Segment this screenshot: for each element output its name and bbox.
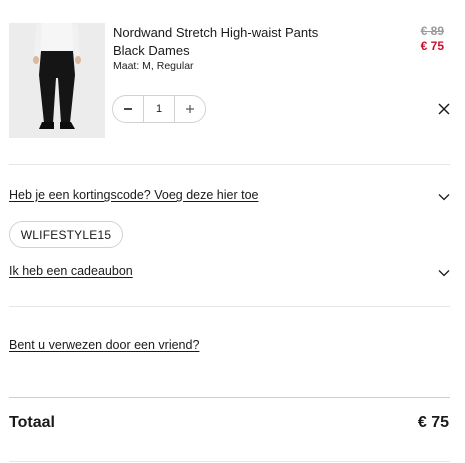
pants-model-illustration [9,23,105,138]
minus-icon [124,108,132,110]
quantity-stepper: 1 [112,95,206,123]
quantity-value[interactable]: 1 [143,96,175,122]
product-image[interactable] [9,23,105,138]
remove-item-button[interactable] [437,102,451,116]
discount-code-link[interactable]: Heb je een kortingscode? Voeg deze hier … [9,188,258,202]
total-value: € 75 [417,414,449,431]
discount-expand-toggle[interactable] [438,188,450,201]
referral-link[interactable]: Bent u verwezen door een vriend? [9,338,199,352]
original-price: € 89 [420,24,444,38]
close-icon [438,103,450,115]
divider [9,306,450,307]
increase-quantity-button[interactable] [175,96,205,122]
chevron-down-icon [438,194,450,201]
applied-coupon-tag[interactable]: WLIFESTYLE15 [9,221,123,248]
chevron-down-icon [438,270,450,277]
gift-card-expand-toggle[interactable] [438,264,450,277]
divider [9,164,450,165]
total-label: Totaal [9,414,55,431]
product-title[interactable]: Nordwand Stretch High-waist Pants Black … [113,24,353,60]
divider [9,397,450,398]
decrease-quantity-button[interactable] [113,96,143,122]
gift-card-link[interactable]: Ik heb een cadeaubon [9,264,133,278]
divider [9,461,450,462]
plus-icon [186,105,194,113]
sale-price: € 75 [420,39,444,53]
product-variant: Maat: M, Regular [113,60,194,72]
